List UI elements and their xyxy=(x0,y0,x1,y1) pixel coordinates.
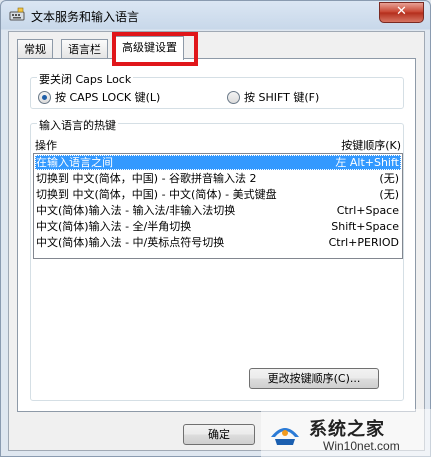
radio-shift-label[interactable]: 按 SHIFT 键(F) xyxy=(244,89,319,105)
radio-shift-indicator[interactable] xyxy=(227,90,240,104)
ok-button[interactable]: 确定 xyxy=(183,424,255,445)
tab-general-label: 常规 xyxy=(24,43,46,56)
watermark-logo-icon xyxy=(271,428,299,445)
list-item-action: 切换到 中文(简体，中国) - 中文(简体) - 美式键盘 xyxy=(36,188,277,201)
tab-page-advanced: 要关闭 Caps Lock 按 CAPS LOCK 键(L) 按 SHIFT 键… xyxy=(17,58,416,412)
list-item-keys: 左 Alt+Shift xyxy=(335,156,399,169)
caps-lock-group: 要关闭 Caps Lock 按 CAPS LOCK 键(L) 按 SHIFT 键… xyxy=(30,71,404,109)
list-item-keys: (无) xyxy=(379,188,399,201)
site-watermark: 系统之家 Win10net.com xyxy=(261,409,431,457)
list-item[interactable]: 切换到 中文(简体，中国) - 中文(简体) - 美式键盘 (无) xyxy=(35,187,401,202)
caps-lock-group-label: 要关闭 Caps Lock xyxy=(37,71,134,87)
hotkeys-list-header: 操作 按键顺序(K) xyxy=(33,137,401,152)
close-icon: ✕ xyxy=(396,4,407,19)
list-item-action: 切换到 中文(简体，中国) - 谷歌拼音输入法 2 xyxy=(36,172,257,185)
change-key-sequence-button[interactable]: 更改按键顺序(C)... xyxy=(249,368,379,389)
annotation-highlight-box xyxy=(112,32,198,66)
radio-caps-lock-indicator[interactable] xyxy=(38,90,51,104)
tab-general[interactable]: 常规 xyxy=(17,39,53,59)
hotkeys-group: 输入语言的热键 操作 按键顺序(K) 在输入语言之间 左 Alt+Shift 切… xyxy=(30,117,404,401)
list-item[interactable]: 中文(简体)输入法 - 输入法/非输入法切换 Ctrl+Space xyxy=(35,203,401,218)
hotkeys-listbox[interactable]: 在输入语言之间 左 Alt+Shift 切换到 中文(简体，中国) - 谷歌拼音… xyxy=(33,153,403,259)
list-item-action: 中文(简体)输入法 - 全/半角切换 xyxy=(36,220,192,233)
list-item-action: 在输入语言之间 xyxy=(36,156,113,169)
watermark-main-text: 系统之家 xyxy=(309,419,385,440)
hotkeys-group-label: 输入语言的热键 xyxy=(37,117,118,133)
column-header-key-sequence: 按键顺序(K) xyxy=(341,139,401,152)
list-item[interactable]: 在输入语言之间 左 Alt+Shift xyxy=(35,155,401,170)
tab-language-bar[interactable]: 语言栏 xyxy=(61,39,108,59)
watermark-sub-text: Win10net.com xyxy=(323,439,400,453)
dialog-window: 文本服务和输入语言 ✕ 常规 语言栏 高级键设置 要关闭 Caps Lock 按… xyxy=(0,0,431,457)
list-item-keys: (无) xyxy=(379,172,399,185)
list-item-keys: Ctrl+PERIOD xyxy=(328,236,399,249)
list-item-keys: Ctrl+Space xyxy=(336,204,399,217)
dialog-client-area: 常规 语言栏 高级键设置 要关闭 Caps Lock 按 CAPS LOCK 键… xyxy=(8,31,425,451)
title-bar[interactable]: 文本服务和输入语言 ✕ xyxy=(1,1,430,31)
tab-language-bar-label: 语言栏 xyxy=(68,43,101,56)
list-item[interactable]: 中文(简体)输入法 - 全/半角切换 Shift+Space xyxy=(35,219,401,234)
hotkeys-list-area: 操作 按键顺序(K) 在输入语言之间 左 Alt+Shift 切换到 中文(简体… xyxy=(31,136,403,259)
list-item[interactable]: 中文(简体)输入法 - 中/英标点符号切换 Ctrl+PERIOD xyxy=(35,235,401,250)
radio-caps-lock[interactable]: 按 CAPS LOCK 键(L) xyxy=(38,89,160,105)
list-item[interactable]: 切换到 中文(简体，中国) - 谷歌拼音输入法 2 (无) xyxy=(35,171,401,186)
list-item-action: 中文(简体)输入法 - 中/英标点符号切换 xyxy=(36,236,225,249)
radio-caps-lock-label[interactable]: 按 CAPS LOCK 键(L) xyxy=(55,89,160,105)
close-button[interactable]: ✕ xyxy=(379,2,424,23)
list-item-action: 中文(简体)输入法 - 输入法/非输入法切换 xyxy=(36,204,236,217)
radio-shift[interactable]: 按 SHIFT 键(F) xyxy=(227,89,319,105)
column-header-action: 操作 xyxy=(35,139,57,152)
keyboard-app-icon xyxy=(9,7,25,21)
list-item-keys: Shift+Space xyxy=(331,220,399,233)
window-title: 文本服务和输入语言 xyxy=(31,10,140,24)
